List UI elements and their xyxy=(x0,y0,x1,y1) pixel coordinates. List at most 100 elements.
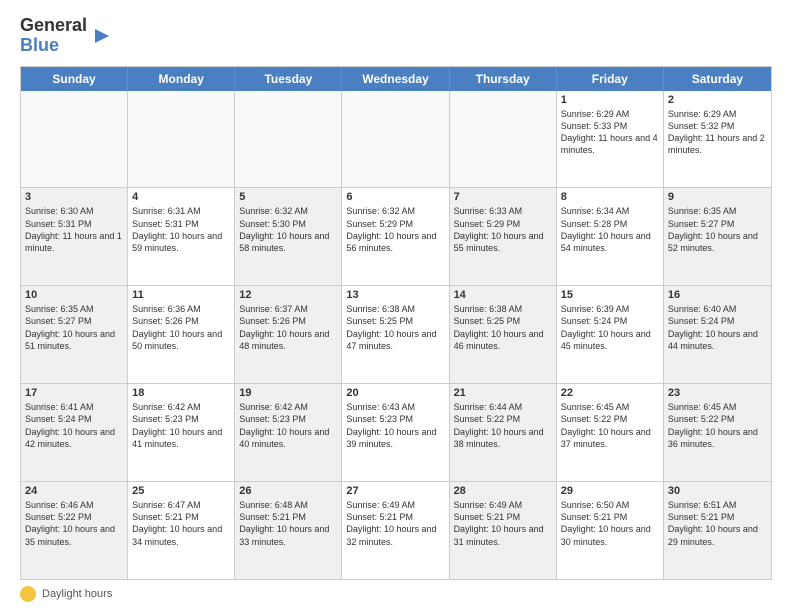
header: General Blue xyxy=(20,16,772,56)
calendar-day-30: 30Sunrise: 6:51 AM Sunset: 5:21 PM Dayli… xyxy=(664,482,771,579)
day-number: 18 xyxy=(132,387,230,399)
day-number: 5 xyxy=(239,191,337,203)
calendar-day-22: 22 Sunrise: 6:45 AM Sunset: 5:22 PM Dayli… xyxy=(557,384,664,481)
day-info: Sunrise: 6:50 AM Sunset: 5:21 PM Dayligh… xyxy=(561,499,659,548)
page: General Blue SundayMondayTuesdayWednesda… xyxy=(0,0,792,612)
day-info: Sunrise: 6:43 AM Sunset: 5:23 PM Dayligh… xyxy=(346,401,444,450)
logo: General Blue xyxy=(20,16,113,56)
day-info: Sunrise: 6:51 AM Sunset: 5:21 PM Dayligh… xyxy=(668,499,767,548)
calendar-day-29: 29 Sunrise: 6:50 AM Sunset: 5:21 PM Dayli… xyxy=(557,482,664,579)
day-number: 19 xyxy=(239,387,337,399)
day-number: 17 xyxy=(25,387,123,399)
calendar-week-1: 1Sunrise: 6:29 AM Sunset: 5:33 PM Daylig… xyxy=(21,91,771,189)
calendar-day-3: 3Sunrise: 6:30 AM Sunset: 5:31 PM Daylig… xyxy=(21,188,128,285)
calendar-day-21: 21 Sunrise: 6:44 AM Sunset: 5:22 PM Dayli… xyxy=(450,384,557,481)
header-day-monday: Monday xyxy=(128,67,235,91)
calendar-day-26: 26 Sunrise: 6:48 AM Sunset: 5:21 PM Dayli… xyxy=(235,482,342,579)
day-info: Sunrise: 6:32 AM Sunset: 5:29 PM Dayligh… xyxy=(346,205,444,254)
day-info: Sunrise: 6:31 AM Sunset: 5:31 PM Dayligh… xyxy=(132,205,230,254)
calendar-day-24: 24 Sunrise: 6:46 AM Sunset: 5:22 PM Dayli… xyxy=(21,482,128,579)
day-info: Sunrise: 6:48 AM Sunset: 5:21 PM Dayligh… xyxy=(239,499,337,548)
day-info: Sunrise: 6:39 AM Sunset: 5:24 PM Dayligh… xyxy=(561,303,659,352)
day-number: 23 xyxy=(668,387,767,399)
day-info: Sunrise: 6:40 AM Sunset: 5:24 PM Dayligh… xyxy=(668,303,767,352)
calendar-empty-cell xyxy=(21,91,128,188)
day-info: Sunrise: 6:46 AM Sunset: 5:22 PM Dayligh… xyxy=(25,499,123,548)
calendar-day-4: 4 Sunrise: 6:31 AM Sunset: 5:31 PM Daylig… xyxy=(128,188,235,285)
day-info: Sunrise: 6:45 AM Sunset: 5:22 PM Dayligh… xyxy=(668,401,767,450)
calendar-day-11: 11 Sunrise: 6:36 AM Sunset: 5:26 PM Dayli… xyxy=(128,286,235,383)
day-number: 20 xyxy=(346,387,444,399)
calendar: SundayMondayTuesdayWednesdayThursdayFrid… xyxy=(20,66,772,580)
day-info: Sunrise: 6:49 AM Sunset: 5:21 PM Dayligh… xyxy=(454,499,552,548)
calendar-body: 1Sunrise: 6:29 AM Sunset: 5:33 PM Daylig… xyxy=(21,91,771,579)
calendar-week-3: 10 Sunrise: 6:35 AM Sunset: 5:27 PM Dayli… xyxy=(21,286,771,384)
calendar-day-13: 13Sunrise: 6:38 AM Sunset: 5:25 PM Dayli… xyxy=(342,286,449,383)
day-number: 26 xyxy=(239,485,337,497)
header-day-saturday: Saturday xyxy=(664,67,771,91)
calendar-day-12: 12 Sunrise: 6:37 AM Sunset: 5:26 PM Dayli… xyxy=(235,286,342,383)
calendar-week-2: 3Sunrise: 6:30 AM Sunset: 5:31 PM Daylig… xyxy=(21,188,771,286)
day-number: 10 xyxy=(25,289,123,301)
calendar-day-23: 23 Sunrise: 6:45 AM Sunset: 5:22 PM Dayli… xyxy=(664,384,771,481)
day-number: 11 xyxy=(132,289,230,301)
day-info: Sunrise: 6:29 AM Sunset: 5:33 PM Dayligh… xyxy=(561,108,659,157)
day-info: Sunrise: 6:45 AM Sunset: 5:22 PM Dayligh… xyxy=(561,401,659,450)
calendar-day-27: 27 Sunrise: 6:49 AM Sunset: 5:21 PM Dayli… xyxy=(342,482,449,579)
day-number: 3 xyxy=(25,191,123,203)
day-number: 12 xyxy=(239,289,337,301)
day-info: Sunrise: 6:29 AM Sunset: 5:32 PM Dayligh… xyxy=(668,108,767,157)
calendar-day-5: 5 Sunrise: 6:32 AM Sunset: 5:30 PM Daylig… xyxy=(235,188,342,285)
day-info: Sunrise: 6:47 AM Sunset: 5:21 PM Dayligh… xyxy=(132,499,230,548)
day-info: Sunrise: 6:36 AM Sunset: 5:26 PM Dayligh… xyxy=(132,303,230,352)
day-number: 28 xyxy=(454,485,552,497)
calendar-day-9: 9 Sunrise: 6:35 AM Sunset: 5:27 PM Daylig… xyxy=(664,188,771,285)
header-day-friday: Friday xyxy=(557,67,664,91)
day-info: Sunrise: 6:35 AM Sunset: 5:27 PM Dayligh… xyxy=(668,205,767,254)
calendar-day-2: 2 Sunrise: 6:29 AM Sunset: 5:32 PM Daylig… xyxy=(664,91,771,188)
calendar-empty-cell xyxy=(128,91,235,188)
footer: Daylight hours xyxy=(20,586,772,602)
calendar-empty-cell xyxy=(342,91,449,188)
calendar-day-15: 15 Sunrise: 6:39 AM Sunset: 5:24 PM Dayli… xyxy=(557,286,664,383)
day-number: 21 xyxy=(454,387,552,399)
calendar-day-28: 28 Sunrise: 6:49 AM Sunset: 5:21 PM Dayli… xyxy=(450,482,557,579)
day-number: 27 xyxy=(346,485,444,497)
header-day-tuesday: Tuesday xyxy=(235,67,342,91)
day-number: 4 xyxy=(132,191,230,203)
day-number: 8 xyxy=(561,191,659,203)
calendar-day-14: 14Sunrise: 6:38 AM Sunset: 5:25 PM Dayli… xyxy=(450,286,557,383)
day-info: Sunrise: 6:42 AM Sunset: 5:23 PM Dayligh… xyxy=(239,401,337,450)
calendar-day-8: 8Sunrise: 6:34 AM Sunset: 5:28 PM Daylig… xyxy=(557,188,664,285)
calendar-day-10: 10 Sunrise: 6:35 AM Sunset: 5:27 PM Dayli… xyxy=(21,286,128,383)
calendar-day-6: 6 Sunrise: 6:32 AM Sunset: 5:29 PM Daylig… xyxy=(342,188,449,285)
day-info: Sunrise: 6:49 AM Sunset: 5:21 PM Dayligh… xyxy=(346,499,444,548)
day-number: 7 xyxy=(454,191,552,203)
logo-arrow-icon xyxy=(91,25,113,47)
calendar-day-19: 19 Sunrise: 6:42 AM Sunset: 5:23 PM Dayli… xyxy=(235,384,342,481)
calendar-day-7: 7 Sunrise: 6:33 AM Sunset: 5:29 PM Daylig… xyxy=(450,188,557,285)
day-number: 15 xyxy=(561,289,659,301)
day-number: 25 xyxy=(132,485,230,497)
day-info: Sunrise: 6:41 AM Sunset: 5:24 PM Dayligh… xyxy=(25,401,123,450)
header-day-sunday: Sunday xyxy=(21,67,128,91)
day-number: 9 xyxy=(668,191,767,203)
day-number: 2 xyxy=(668,94,767,106)
day-info: Sunrise: 6:32 AM Sunset: 5:30 PM Dayligh… xyxy=(239,205,337,254)
calendar-day-20: 20 Sunrise: 6:43 AM Sunset: 5:23 PM Dayli… xyxy=(342,384,449,481)
day-info: Sunrise: 6:44 AM Sunset: 5:22 PM Dayligh… xyxy=(454,401,552,450)
day-info: Sunrise: 6:35 AM Sunset: 5:27 PM Dayligh… xyxy=(25,303,123,352)
footer-label: Daylight hours xyxy=(42,588,112,600)
day-number: 13 xyxy=(346,289,444,301)
day-info: Sunrise: 6:37 AM Sunset: 5:26 PM Dayligh… xyxy=(239,303,337,352)
day-number: 29 xyxy=(561,485,659,497)
day-number: 14 xyxy=(454,289,552,301)
calendar-empty-cell xyxy=(235,91,342,188)
calendar-day-17: 17 Sunrise: 6:41 AM Sunset: 5:24 PM Dayli… xyxy=(21,384,128,481)
day-number: 24 xyxy=(25,485,123,497)
calendar-day-25: 25 Sunrise: 6:47 AM Sunset: 5:21 PM Dayli… xyxy=(128,482,235,579)
day-number: 22 xyxy=(561,387,659,399)
day-number: 6 xyxy=(346,191,444,203)
calendar-header: SundayMondayTuesdayWednesdayThursdayFrid… xyxy=(21,67,771,91)
day-info: Sunrise: 6:33 AM Sunset: 5:29 PM Dayligh… xyxy=(454,205,552,254)
